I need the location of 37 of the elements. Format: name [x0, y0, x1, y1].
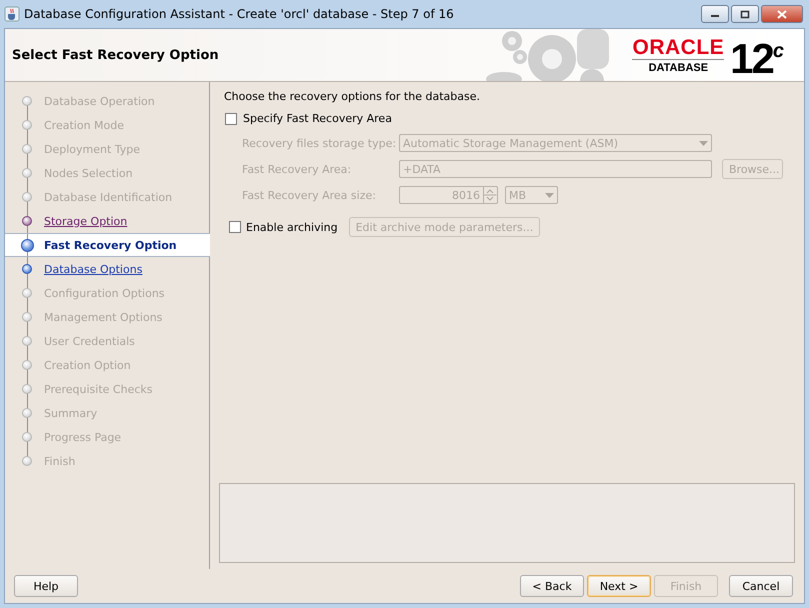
step-label: Database Operation — [44, 94, 155, 108]
checkbox-label[interactable]: Specify Fast Recovery Area — [243, 112, 392, 125]
step-label: User Credentials — [44, 334, 135, 348]
minimize-button[interactable] — [701, 5, 729, 23]
step-label: Progress Page — [44, 430, 122, 444]
close-button[interactable] — [761, 5, 803, 23]
caret-icon — [545, 192, 554, 198]
step-label: Summary — [44, 406, 98, 420]
footer-button[interactable]: Help — [14, 575, 78, 597]
field-label: Fast Recovery Area size: — [242, 188, 377, 202]
step-label: Creation Mode — [44, 118, 124, 132]
step-label: Nodes Selection — [44, 166, 133, 180]
footer-button[interactable]: Next > — [587, 575, 651, 597]
field-label: Fast Recovery Area: — [242, 162, 352, 176]
step-label: Deployment Type — [44, 142, 140, 156]
caret-icon — [699, 140, 708, 146]
java-cup-icon — [4, 6, 20, 22]
step-label: Creation Option — [44, 358, 131, 372]
close-icon — [777, 10, 787, 18]
step-label: Management Options — [44, 310, 162, 324]
step-link[interactable]: Database Options — [44, 262, 142, 276]
step-label: Configuration Options — [44, 286, 165, 300]
page-title: Select Fast Recovery Option — [11, 48, 220, 62]
spinner-arrows-icon — [483, 187, 497, 203]
footer-button[interactable]: < Back — [520, 575, 584, 597]
step-label: Fast Recovery Option — [44, 238, 177, 252]
instruction-text: Choose the recovery options for the database. — [224, 90, 481, 103]
field-label: Recovery files storage type: — [242, 136, 398, 150]
maximize-button[interactable] — [731, 5, 759, 23]
maximize-icon — [740, 10, 750, 18]
step-label: Prerequisite Checks — [44, 382, 152, 396]
window-title: Database Configuration Assistant - Create 'orcl' database - Step 7 of 16 — [24, 7, 455, 21]
footer-button[interactable]: Cancel — [729, 575, 793, 597]
step-label: Finish — [44, 454, 76, 468]
step-label: Database Identification — [44, 190, 172, 204]
checkbox[interactable] — [225, 112, 237, 124]
step-link[interactable]: Storage Option — [44, 214, 128, 228]
